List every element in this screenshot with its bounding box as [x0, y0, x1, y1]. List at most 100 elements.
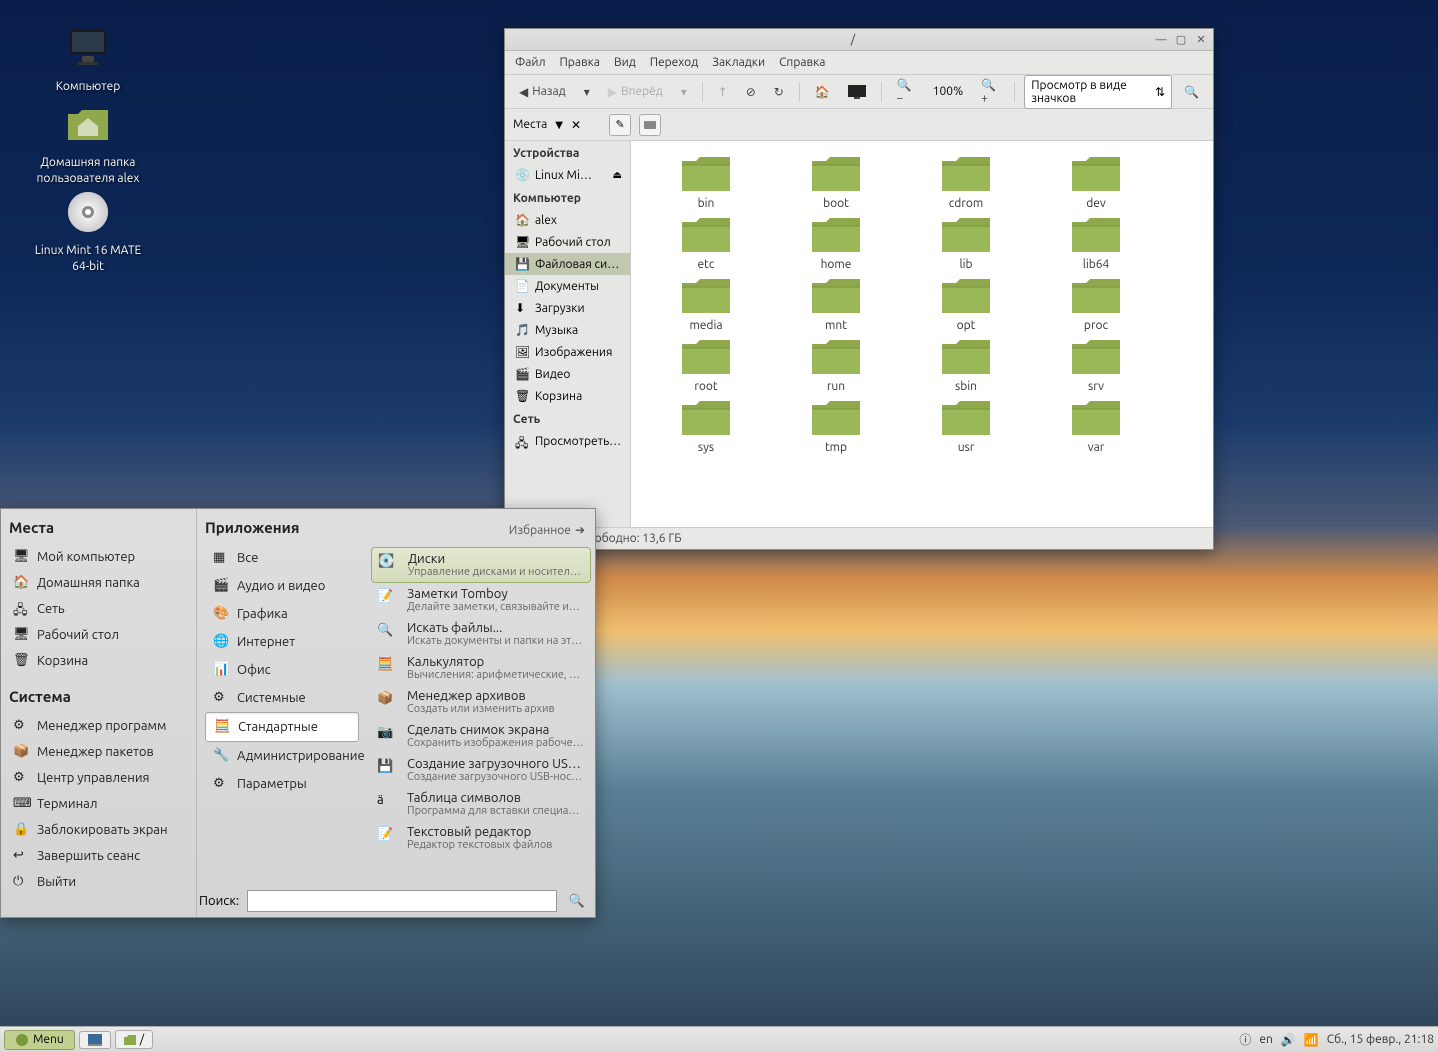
folder-item[interactable]: sys — [661, 397, 751, 454]
menu-category-item[interactable]: ⚙Системные — [205, 684, 359, 712]
desktop-icon-home[interactable]: Домашняя папка пользователя alex — [28, 100, 148, 186]
folder-item[interactable]: run — [791, 336, 881, 393]
network-tray-icon[interactable]: 📶 — [1304, 1033, 1319, 1047]
menu-system-item[interactable]: ⚙Центр управления — [9, 765, 188, 791]
folder-item[interactable]: etc — [661, 214, 751, 271]
menu-category-item[interactable]: 🎬Аудио и видео — [205, 572, 359, 600]
folder-item[interactable]: srv — [1051, 336, 1141, 393]
menu-category-item[interactable]: 🌐Интернет — [205, 628, 359, 656]
taskbar-item-file-manager[interactable]: / — [115, 1030, 153, 1049]
folder-item[interactable]: var — [1051, 397, 1141, 454]
view-selector[interactable]: Просмотр в виде значков⇅ — [1024, 75, 1172, 109]
menu-file[interactable]: Файл — [515, 56, 546, 69]
sidebar-item-network[interactable]: 🖧Просмотреть… — [505, 430, 630, 452]
stop-button[interactable]: ⊘ — [740, 81, 762, 103]
edit-path-button[interactable]: ✎ — [609, 114, 631, 136]
back-dropdown[interactable]: ▾ — [578, 81, 596, 103]
keyboard-layout[interactable]: en — [1259, 1033, 1272, 1046]
sidebar-item-docs[interactable]: 📄Документы — [505, 275, 630, 297]
sidebar-item-music[interactable]: 🎵Музыка — [505, 319, 630, 341]
folder-item[interactable]: mnt — [791, 275, 881, 332]
menu-category-item[interactable]: 🔧Администрирование — [205, 742, 359, 770]
folder-item[interactable]: media — [661, 275, 751, 332]
menu-system-item[interactable]: 🔒Заблокировать экран — [9, 817, 188, 843]
menu-go[interactable]: Переход — [650, 56, 699, 69]
minimize-button[interactable]: — — [1155, 34, 1167, 46]
updates-icon[interactable]: ⓘ — [1239, 1031, 1251, 1048]
menu-help[interactable]: Справка — [779, 56, 825, 69]
search-button[interactable]: 🔍 — [1178, 81, 1205, 103]
menu-category-item[interactable]: 📊Офис — [205, 656, 359, 684]
folder-item[interactable]: home — [791, 214, 881, 271]
zoom-out-button[interactable]: 🔍− — [891, 74, 921, 109]
menu-system-item[interactable]: 📦Менеджер пакетов — [9, 739, 188, 765]
folder-item[interactable]: lib — [921, 214, 1011, 271]
sidebar-item-home[interactable]: 🏠alex — [505, 209, 630, 231]
sidebar-item-pictures[interactable]: 🖼Изображения — [505, 341, 630, 363]
show-desktop-button[interactable] — [79, 1031, 111, 1049]
forward-button[interactable]: ▶Вперёд — [602, 81, 669, 103]
path-root-button[interactable] — [639, 114, 661, 136]
menu-place-item[interactable]: 🖧Сеть — [9, 596, 188, 622]
folder-item[interactable]: root — [661, 336, 751, 393]
sidebar-item-downloads[interactable]: ⬇Загрузки — [505, 297, 630, 319]
menu-app-item[interactable]: 🔍Искать файлы...Искать документы и папки… — [371, 617, 591, 651]
menu-app-item[interactable]: 💾Создание загрузочного USB-…Создание заг… — [371, 753, 591, 787]
computer-button[interactable] — [842, 81, 872, 103]
zoom-in-button[interactable]: 🔍+ — [975, 74, 1005, 109]
folder-item[interactable]: proc — [1051, 275, 1141, 332]
folder-item[interactable]: tmp — [791, 397, 881, 454]
menu-edit[interactable]: Правка — [560, 56, 600, 69]
menu-place-item[interactable]: 🗑Корзина — [9, 648, 188, 674]
titlebar[interactable]: / — ▢ ✕ — [505, 29, 1213, 51]
menu-button[interactable]: Menu — [4, 1030, 75, 1050]
search-button[interactable]: 🔍 — [565, 889, 589, 913]
home-button[interactable]: 🏠 — [809, 81, 836, 103]
menu-app-item[interactable]: äТаблица символовПрограмма для вставки с… — [371, 787, 591, 821]
favorites-toggle[interactable]: Избранное➔ — [509, 523, 585, 537]
folder-item[interactable]: opt — [921, 275, 1011, 332]
volume-icon[interactable]: 🔊 — [1281, 1033, 1296, 1047]
menu-system-item[interactable]: ⏻Выйти — [9, 869, 188, 895]
sidebar-item-video[interactable]: 🎬Видео — [505, 363, 630, 385]
folder-grid[interactable]: binbootcdromdevetchomeliblib64mediamntop… — [631, 141, 1213, 527]
back-button[interactable]: ◀Назад — [513, 81, 572, 103]
menu-bookmarks[interactable]: Закладки — [712, 56, 765, 69]
reload-button[interactable]: ↻ — [768, 81, 790, 103]
close-places-icon[interactable]: ✕ — [571, 118, 581, 132]
sidebar-item-desktop[interactable]: 🖥Рабочий стол — [505, 231, 630, 253]
desktop-icon-disc[interactable]: Linux Mint 16 MATE 64-bit — [28, 188, 148, 274]
menu-place-item[interactable]: 🏠Домашняя папка — [9, 570, 188, 596]
folder-item[interactable]: cdrom — [921, 153, 1011, 210]
menu-category-item[interactable]: ⚙Параметры — [205, 770, 359, 798]
menu-system-item[interactable]: ↩Завершить сеанс — [9, 843, 188, 869]
clock[interactable]: Сб., 15 февр., 21:18 — [1327, 1033, 1434, 1046]
menu-app-item[interactable]: 📦Менеджер архивовСоздать или изменить ар… — [371, 685, 591, 719]
menu-category-item[interactable]: 🧮Стандартные — [205, 712, 359, 742]
sidebar-item-device[interactable]: 💿Linux Mi…⏏ — [505, 164, 630, 186]
folder-item[interactable]: usr — [921, 397, 1011, 454]
sidebar-item-drive[interactable]: 💾Файловая си… — [505, 253, 630, 275]
forward-dropdown[interactable]: ▾ — [675, 81, 693, 103]
close-button[interactable]: ✕ — [1195, 34, 1207, 46]
menu-system-item[interactable]: ⌨Терминал — [9, 791, 188, 817]
menu-place-item[interactable]: 🖥Рабочий стол — [9, 622, 188, 648]
folder-item[interactable]: boot — [791, 153, 881, 210]
eject-icon[interactable]: ⏏ — [613, 169, 622, 181]
menu-category-item[interactable]: 🎨Графика — [205, 600, 359, 628]
menu-app-item[interactable]: 📷Сделать снимок экранаСохранить изображе… — [371, 719, 591, 753]
menu-system-item[interactable]: ⚙Менеджер программ — [9, 713, 188, 739]
menu-app-item[interactable]: 🧮КалькуляторВычисления: арифметические, … — [371, 651, 591, 685]
chevron-down-icon[interactable]: ▼ — [555, 119, 563, 131]
menu-category-item[interactable]: ▦Все — [205, 544, 359, 572]
desktop-icon-computer[interactable]: Компьютер — [28, 24, 148, 95]
menu-app-item[interactable]: 💽ДискиУправление дисками и носителями — [371, 547, 591, 583]
search-input[interactable] — [247, 890, 557, 912]
sidebar-item-trash[interactable]: 🗑Корзина — [505, 385, 630, 407]
maximize-button[interactable]: ▢ — [1175, 34, 1187, 46]
menu-place-item[interactable]: 🖥Мой компьютер — [9, 544, 188, 570]
menu-view[interactable]: Вид — [614, 56, 636, 69]
folder-item[interactable]: bin — [661, 153, 751, 210]
folder-item[interactable]: lib64 — [1051, 214, 1141, 271]
up-button[interactable]: ↑ — [712, 81, 734, 103]
